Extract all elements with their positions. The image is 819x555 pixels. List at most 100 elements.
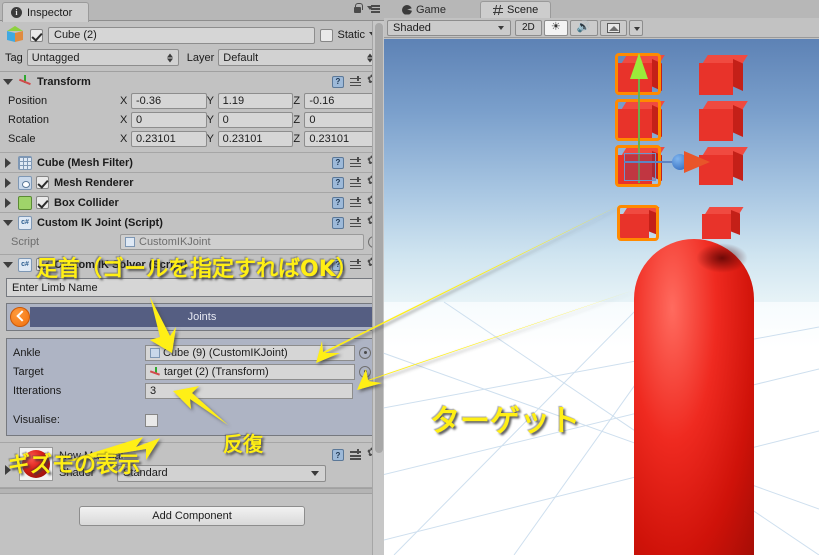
ik-solver-header[interactable]: c# Custom IK Solver (Script) ? [0,255,384,274]
preset-icon[interactable] [350,449,362,461]
rotation-z-input[interactable]: 0 [304,111,381,128]
tag-dropdown[interactable]: Untagged [26,49,179,66]
tab-scene[interactable]: Scene [480,1,552,18]
mesh-filter-icon [18,155,32,170]
mesh-renderer-enabled-checkbox[interactable] [36,176,49,189]
material-foldout-icon[interactable] [3,465,13,475]
preset-icon[interactable] [350,176,362,189]
mesh-filter-foldout-icon[interactable] [3,157,13,168]
ik-solver-foldout-icon[interactable] [3,260,13,270]
box-collider-enabled-checkbox[interactable] [36,196,49,209]
help-icon[interactable]: ? [332,216,344,229]
help-icon[interactable]: ? [332,156,344,169]
help-icon[interactable]: ? [332,449,344,461]
scene-capsule[interactable] [634,239,754,555]
scene-cube-unselected-1[interactable] [699,55,748,95]
mesh-renderer-foldout-icon[interactable] [3,177,13,188]
visualise-checkbox[interactable] [145,413,158,427]
scale-y-input[interactable]: 0.23101 [217,130,294,147]
gizmo-y-axis-arrow[interactable] [630,53,648,79]
scene-cube-unselected-4[interactable] [702,207,744,239]
ik-joint-script-field[interactable]: CustomIKJoint [120,234,364,250]
csharp-script-icon: c# [18,215,32,230]
ik-joint-foldout-icon[interactable] [3,218,13,228]
static-toggle-group[interactable]: Static [320,28,379,42]
box-collider-header[interactable]: Box Collider ? [0,193,384,212]
itterations-row: Itterations 3 [13,382,371,399]
ankle-label: Ankle [13,346,41,359]
mesh-renderer-header[interactable]: Mesh Renderer ? [0,173,384,192]
rotation-z-value: 0 [309,113,316,126]
box-collider-foldout-icon[interactable] [3,197,13,208]
toggle-audio-button[interactable]: 🔊 [569,19,598,36]
joints-drag-handle-icon[interactable] [10,307,30,327]
layer-label: Layer [186,51,215,64]
scale-x-input[interactable]: 0.23101 [131,130,207,147]
transform-header[interactable]: Transform ? [0,72,384,91]
tab-game-label: Game [416,3,446,16]
rotation-y-group: Y 0 [207,111,294,128]
target-value: target (2) (Transform) [164,365,269,378]
target-object-field[interactable]: target (2) (Transform) [145,363,355,380]
component-material: New Material Shader Standard ? [0,443,384,488]
help-icon[interactable]: ? [332,258,344,271]
scene-viewport[interactable] [384,39,819,555]
position-z-group: Z -0.16 [293,92,381,109]
visualise-row: Visualise: [13,412,371,428]
toggle-2d-button[interactable]: 2D [515,19,542,36]
ik-solver-body: Enter Limb Name Joints Ankle Cube (9) (C… [0,274,384,442]
itterations-input[interactable]: 3 [145,382,353,399]
hamburger-menu-icon[interactable] [367,4,380,13]
toggle-lighting-button[interactable]: ☀ [543,19,568,36]
preset-icon[interactable] [350,75,362,88]
inspector-scrollbar[interactable] [372,21,384,555]
shader-dropdown[interactable]: Standard [117,464,326,482]
rotation-y-input[interactable]: 0 [217,111,294,128]
preset-icon[interactable] [350,258,362,271]
component-custom-ik-solver: c# Custom IK Solver (Script) ? Enter Lim… [0,255,384,443]
material-header: New Material Shader Standard ? [0,443,384,487]
gizmo-xy-plane-handle[interactable] [624,153,656,181]
preset-icon[interactable] [350,156,362,169]
scene-cube-unselected-2[interactable] [699,101,748,141]
lock-icon[interactable] [353,3,363,14]
inspector-scrollbar-thumb[interactable] [375,23,383,453]
mesh-filter-header[interactable]: Cube (Mesh Filter) ? [0,153,384,172]
object-picker-icon[interactable] [359,365,371,378]
gizmo-x-axis-arrow[interactable] [684,151,710,173]
toggle-effects-button[interactable] [599,19,627,36]
scale-y-group: Y 0.23101 [207,130,294,147]
shader-value: Standard [123,467,168,479]
preset-icon[interactable] [350,216,362,229]
scale-z-input[interactable]: 0.23101 [304,130,381,147]
position-x-input[interactable]: -0.36 [131,92,207,109]
limb-name-input[interactable]: Enter Limb Name [6,278,378,297]
effects-dropdown-button[interactable] [628,19,643,36]
scale-y-value: 0.23101 [222,132,263,145]
layer-dropdown[interactable]: Default [218,49,379,66]
transform-foldout-icon[interactable] [3,77,13,87]
tab-inspector[interactable]: i Inspector [2,2,90,22]
ik-joint-script-value: CustomIKJoint [139,236,211,248]
help-icon[interactable]: ? [332,196,344,209]
preset-icon[interactable] [350,196,362,209]
gameobject-enabled-checkbox[interactable] [30,28,43,42]
target-label: Target [13,365,44,378]
help-icon[interactable]: ? [332,75,344,88]
tab-game[interactable]: Game [390,1,458,18]
gameobject-name-value: Cube (2) [54,29,97,41]
position-y-input[interactable]: 1.19 [217,92,294,109]
object-picker-icon[interactable] [359,346,371,359]
ankle-object-field[interactable]: Cube (9) (CustomIKJoint) [145,344,355,361]
gameobject-name-input[interactable]: Cube (2) [48,26,316,44]
draw-mode-dropdown[interactable]: Shaded [387,19,511,36]
add-component-button[interactable]: Add Component [79,506,305,526]
help-icon[interactable]: ? [332,176,344,189]
tag-layer-row: Tag Untagged Layer Default [5,49,379,66]
target-row: Target target (2) (Transform) [13,363,371,380]
rotation-x-input[interactable]: 0 [131,111,207,128]
position-z-input[interactable]: -0.16 [304,92,381,109]
ik-solver-enabled-checkbox[interactable] [36,258,49,271]
ik-joint-header[interactable]: c# Custom IK Joint (Script) ? [0,213,384,232]
static-checkbox[interactable] [320,28,334,42]
